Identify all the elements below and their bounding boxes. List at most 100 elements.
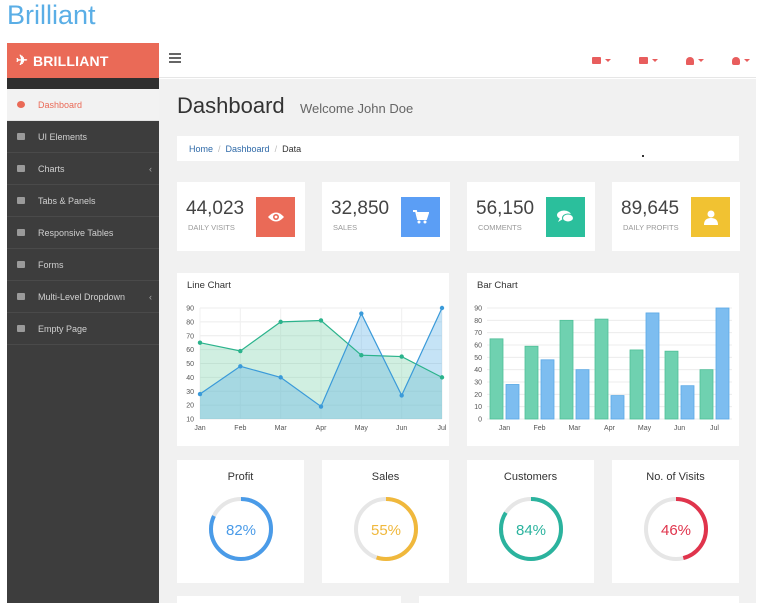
file-icon (17, 325, 25, 332)
dashboard-icon (17, 101, 25, 108)
line-chart: 10 20 30 40 50 60 70 80 90 Jan Feb Mar Apr May Jun Jul (186, 306, 447, 433)
breadcrumb-current: Data (282, 143, 302, 154)
cart-icon (412, 210, 429, 224)
qrcode-icon (17, 197, 25, 204)
sidebar-item-charts[interactable]: Charts ‹ (7, 153, 159, 185)
sidebar-item-multi-level-dropdown[interactable]: Multi-Level Dropdown ‹ (7, 281, 159, 313)
x-tick-label: Mar (275, 425, 288, 432)
gauge-value: 82% (226, 522, 256, 539)
sidebar-item-tabs-panels[interactable]: Tabs & Panels (7, 185, 159, 217)
sidebar: Dashboard UI Elements Charts ‹ Tabs & Pa… (7, 78, 159, 603)
y-tick-label: 80 (474, 318, 482, 325)
user-icon (732, 56, 740, 65)
edit-icon (17, 261, 25, 268)
bar (540, 359, 555, 420)
bar (610, 395, 625, 420)
y-tick-label: 70 (474, 330, 482, 337)
data-point (399, 354, 404, 359)
y-tick-label: 30 (474, 380, 482, 387)
bar (559, 319, 574, 420)
y-tick-label: 30 (186, 389, 194, 396)
user-icon (703, 210, 718, 225)
caret-down-icon (744, 59, 750, 62)
stat-label: DAILY PROFITS (623, 223, 679, 232)
line-chart-panel: Line Chart 10 20 30 40 50 60 70 80 90 Jan Feb Mar Ap… (177, 273, 449, 446)
bar (489, 338, 504, 420)
caret-down-icon (652, 59, 658, 62)
stat-card-comments: 56,150 COMMENTS (467, 182, 595, 251)
navbar-icons (570, 43, 756, 78)
breadcrumb-separator: / (274, 143, 278, 154)
x-tick-label: Apr (604, 425, 616, 432)
breadcrumb-dashboard-link[interactable]: Dashboard (226, 144, 270, 154)
sidebar-item-label: Forms (38, 259, 64, 270)
stat-label: SALES (333, 223, 358, 232)
messages-dropdown[interactable] (592, 57, 611, 64)
bottom-panel-left (177, 596, 401, 603)
stat-icon-box (401, 197, 440, 237)
y-tick-label: 0 (478, 417, 482, 424)
sidebar-item-label: Charts (38, 163, 65, 174)
data-point (359, 311, 364, 316)
welcome-text: Welcome John Doe (300, 101, 414, 116)
comments-icon (557, 210, 574, 223)
stat-card-daily-profits: 89,645 DAILY PROFITS (612, 182, 740, 251)
bar-chart-icon (17, 165, 25, 172)
sidebar-item-dashboard[interactable]: Dashboard (7, 89, 159, 121)
gauge-title: No. of Visits (646, 471, 705, 483)
sidebar-item-ui-elements[interactable]: UI Elements (7, 121, 159, 153)
table-icon (17, 229, 25, 236)
data-point (359, 352, 364, 358)
data-point (197, 340, 203, 345)
x-tick-label: Jul (438, 425, 447, 432)
gauge-visits: No. of Visits 46% (612, 460, 739, 583)
x-tick-label: Feb (234, 425, 246, 432)
bar-chart: 0 10 20 30 40 50 60 70 80 90 Jan Feb Mar Apr May Jun Jul (474, 306, 732, 432)
y-tick-label: 50 (474, 355, 482, 362)
data-point (278, 375, 283, 380)
gauge-ring: 84% (499, 497, 563, 561)
menu-toggle-icon[interactable] (169, 53, 181, 65)
page: Brilliant ✈ BRILLIANT Dashboard UI Eleme… (0, 0, 759, 603)
y-tick-label: 40 (186, 375, 194, 382)
data-point (399, 393, 404, 398)
x-tick-label: Mar (568, 425, 581, 432)
sidebar-item-forms[interactable]: Forms (7, 249, 159, 281)
stat-icon-box (256, 197, 295, 237)
bar (664, 350, 679, 420)
gauge-ring: 46% (644, 497, 708, 561)
gauge-ring: 55% (354, 497, 418, 561)
sidebar-item-empty-page[interactable]: Empty Page (7, 313, 159, 345)
y-tick-label: 10 (474, 404, 482, 411)
brand-logo[interactable]: ✈ BRILLIANT (7, 43, 159, 78)
y-tick-label: 40 (474, 367, 482, 374)
tasks-icon (639, 57, 648, 64)
data-point (318, 318, 324, 323)
eye-icon (267, 212, 284, 222)
data-point (278, 319, 283, 325)
chevron-left-icon: ‹ (149, 292, 152, 302)
stat-icon-box (691, 197, 730, 237)
stat-card-sales: 32,850 SALES (322, 182, 450, 251)
bar (629, 349, 644, 420)
top-navbar (159, 43, 756, 78)
stat-value: 56,150 (476, 198, 535, 219)
sidebar-item-responsive-tables[interactable]: Responsive Tables (7, 217, 159, 249)
breadcrumb-dot (642, 155, 644, 157)
y-tick-label: 60 (186, 347, 194, 354)
breadcrumb-separator: / (218, 143, 221, 154)
sidebar-item-label: Responsive Tables (38, 227, 114, 238)
bar-chart-panel: Bar Chart 0 10 20 30 40 50 60 70 80 90 Jan Feb Mar Ap… (467, 273, 739, 446)
chevron-left-icon: ‹ (149, 164, 152, 174)
bar (524, 345, 539, 420)
x-tick-label: May (355, 425, 369, 432)
x-tick-label: Jul (710, 425, 719, 432)
y-tick-label: 20 (474, 392, 482, 399)
stat-icon-box (546, 197, 585, 237)
data-point (197, 391, 203, 397)
tasks-dropdown[interactable] (639, 57, 658, 64)
alerts-dropdown[interactable] (686, 56, 704, 65)
breadcrumb-home-link[interactable]: Home (189, 144, 213, 154)
x-tick-label: Jan (499, 425, 510, 432)
user-dropdown[interactable] (732, 56, 750, 65)
